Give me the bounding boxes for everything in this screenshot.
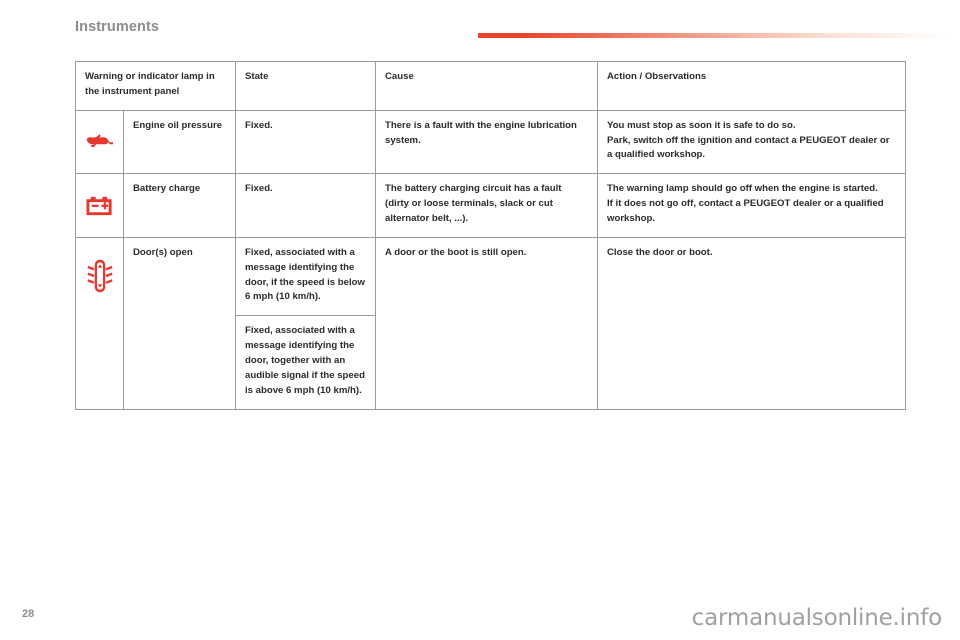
state-text: Fixed, associated with a message identif… xyxy=(245,246,365,303)
page-header: Instruments xyxy=(0,0,960,48)
lamp-name: Door(s) open xyxy=(123,236,236,410)
lamp-icon-cell xyxy=(75,109,124,175)
header-rule xyxy=(478,33,948,38)
lamp-action: Close the door or boot. xyxy=(597,236,906,410)
column-header-lamp: Warning or indicator lamp in the instrum… xyxy=(75,61,236,111)
lamp-name: Engine oil pressure xyxy=(123,109,236,175)
column-header-cause: Cause xyxy=(375,61,598,111)
lamp-cause: The battery charging circuit has a fault… xyxy=(375,173,598,238)
state-text: Fixed, associated with a message identif… xyxy=(245,325,365,396)
lamp-cause: A door or the boot is still open. xyxy=(375,236,598,410)
lamp-action: You must stop as soon it is safe to do s… xyxy=(597,109,906,175)
doors-open-icon xyxy=(86,259,113,293)
state-text: Fixed. xyxy=(245,183,273,195)
lamp-state: Fixed. xyxy=(235,109,376,175)
table-header-row: Warning or indicator lamp in the instrum… xyxy=(75,61,906,111)
warning-lamp-table: Warning or indicator lamp in the instrum… xyxy=(75,61,906,410)
table-row: Door(s) open Fixed, associated with a me… xyxy=(75,236,906,410)
action-line: Park, switch off the ignition and contac… xyxy=(607,134,890,161)
lamp-action: The warning lamp should go off when the … xyxy=(597,173,906,238)
lamp-cause: There is a fault with the engine lubrica… xyxy=(375,109,598,175)
page-number: 28 xyxy=(22,608,35,620)
page-title: Instruments xyxy=(75,19,160,35)
column-header-action: Action / Observations xyxy=(597,61,906,111)
table-body: Engine oil pressure Fixed. There is a fa… xyxy=(75,109,906,410)
lamp-state: Fixed, associated with a message identif… xyxy=(235,236,376,317)
action-line: The warning lamp should go off when the … xyxy=(607,183,878,195)
table-row: Battery charge Fixed. The battery chargi… xyxy=(75,173,906,238)
action-line: Close the door or boot. xyxy=(607,246,713,258)
lamp-icon-cell xyxy=(75,236,124,410)
action-line: You must stop as soon it is safe to do s… xyxy=(607,119,796,131)
battery-charge-icon xyxy=(86,197,112,216)
table-header: Warning or indicator lamp in the instrum… xyxy=(75,61,906,111)
engine-oil-pressure-icon xyxy=(86,134,114,147)
lamp-icon-cell xyxy=(75,173,124,238)
table-row: Engine oil pressure Fixed. There is a fa… xyxy=(75,109,906,175)
column-header-state: State xyxy=(235,61,376,111)
lamp-state: Fixed. xyxy=(235,173,376,238)
lamp-name: Battery charge xyxy=(123,173,236,238)
watermark: carmanualsonline.info xyxy=(691,605,943,631)
state-text: Fixed. xyxy=(245,119,273,131)
action-line: If it does not go off, contact a PEUGEOT… xyxy=(607,198,884,225)
lamp-state: Fixed, associated with a message identif… xyxy=(235,315,376,410)
